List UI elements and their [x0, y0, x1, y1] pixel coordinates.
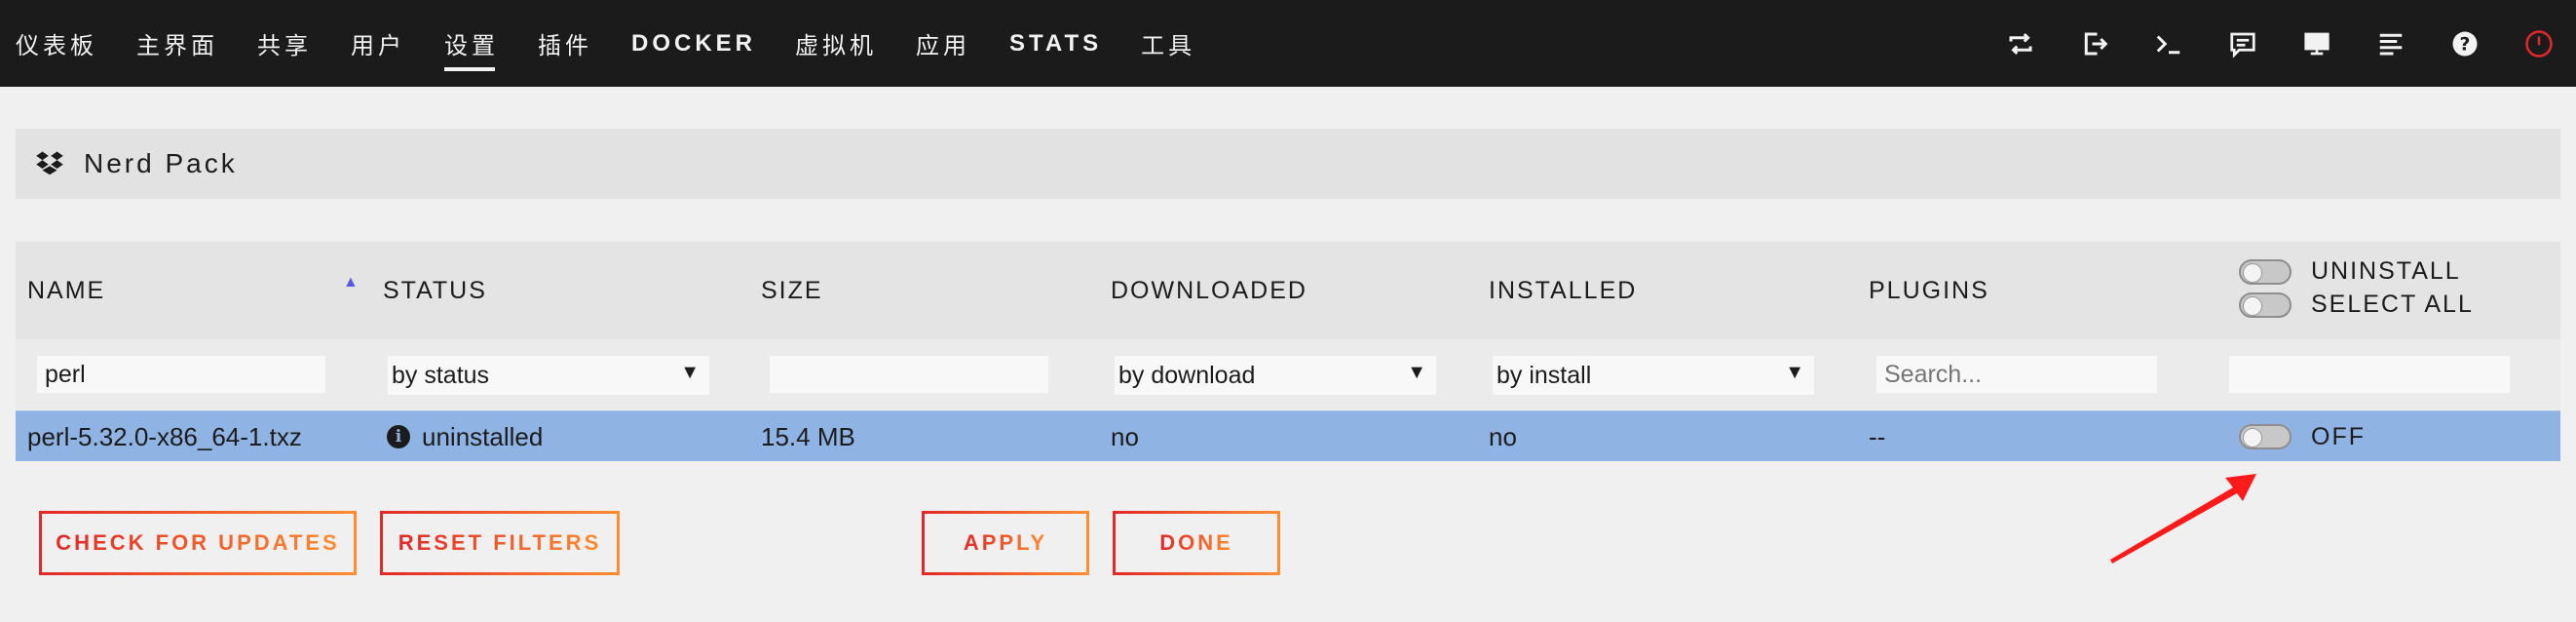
table-row[interactable]: perl-5.32.0-x86_64-1.txz i uninstalled 1… — [16, 410, 2560, 461]
install-filter-value: by install — [1496, 361, 1592, 389]
download-filter-select[interactable]: by download ▼ — [1115, 356, 1436, 395]
monitor-icon[interactable] — [2280, 0, 2354, 87]
logout-icon[interactable] — [2058, 0, 2132, 87]
package-table: NAME ▲ STATUS SIZE DOWNLOADED INSTALLED … — [16, 242, 2560, 461]
size-filter-input[interactable] — [770, 356, 1048, 393]
chevron-down-icon: ▼ — [1785, 362, 1804, 383]
chevron-down-icon: ▼ — [680, 362, 700, 383]
column-header-size[interactable]: SIZE — [761, 242, 823, 339]
power-icon[interactable] — [2502, 0, 2576, 87]
terminal-icon[interactable] — [2132, 0, 2206, 87]
uninstall-toggle-group: UNINSTALL — [2239, 257, 2461, 286]
package-install-toggle[interactable] — [2239, 424, 2292, 449]
filter-row: by status ▼ by download ▼ by install ▼ — [16, 339, 2560, 410]
nav-item-dashboard[interactable]: 仪表板 — [16, 0, 97, 87]
uninstall-label: UNINSTALL — [2311, 257, 2461, 285]
nav-icon-bar: ? — [1984, 0, 2576, 87]
select-all-toggle-group: SELECT ALL — [2239, 291, 2474, 319]
refresh-icon[interactable] — [1984, 0, 2058, 87]
status-text: uninstalled — [422, 421, 544, 451]
section-title-bar: Nerd Pack — [16, 129, 2560, 199]
select-all-toggle[interactable] — [2239, 292, 2292, 318]
nav-item-apps[interactable]: 应用 — [916, 0, 970, 87]
feedback-icon[interactable] — [2206, 0, 2280, 87]
top-navbar: 仪表板 主界面 共享 用户 设置 插件 DOCKER 虚拟机 应用 STATS … — [0, 0, 2576, 87]
package-status: i uninstalled — [387, 411, 543, 462]
package-plugins: -- — [1869, 421, 1886, 451]
help-icon[interactable]: ? — [2428, 0, 2502, 87]
package-size: 15.4 MB — [761, 421, 855, 451]
reset-filters-label: RESET FILTERS — [398, 530, 602, 555]
nav-item-settings[interactable]: 设置 — [444, 0, 499, 87]
nav-item-docker[interactable]: DOCKER — [631, 0, 756, 87]
dropbox-icon — [36, 151, 63, 175]
nav-item-shares[interactable]: 共享 — [257, 0, 312, 87]
column-header-installed[interactable]: INSTALLED — [1489, 242, 1637, 339]
chevron-down-icon: ▼ — [1407, 362, 1426, 383]
package-installed: no — [1489, 421, 1517, 451]
package-name: perl-5.32.0-x86_64-1.txz — [27, 421, 302, 451]
svg-text:?: ? — [2460, 34, 2471, 55]
sort-ascending-icon[interactable]: ▲ — [343, 274, 359, 292]
nav-item-vms[interactable]: 虚拟机 — [795, 0, 877, 87]
page-title: Nerd Pack — [84, 148, 238, 178]
nav-item-users[interactable]: 用户 — [351, 0, 405, 87]
reset-filters-button[interactable]: RESET FILTERS — [380, 511, 620, 575]
toggle-state-label: OFF — [2311, 422, 2366, 450]
install-filter-select[interactable]: by install ▼ — [1493, 356, 1814, 395]
column-header-name[interactable]: NAME — [27, 242, 105, 339]
column-header-plugins[interactable]: PLUGINS — [1869, 242, 1989, 339]
annotation-arrow-icon — [2110, 474, 2256, 564]
name-filter-input[interactable] — [37, 356, 325, 393]
main-nav: 仪表板 主界面 共享 用户 设置 插件 DOCKER 虚拟机 应用 STATS … — [0, 0, 1234, 87]
select-all-label: SELECT ALL — [2311, 291, 2474, 318]
download-filter-value: by download — [1118, 361, 1256, 389]
column-header-downloaded[interactable]: DOWNLOADED — [1111, 242, 1307, 339]
apply-button[interactable]: APPLY — [922, 511, 1089, 575]
plugins-search-input[interactable] — [1876, 356, 2157, 393]
info-icon[interactable]: i — [387, 425, 410, 448]
done-button[interactable]: DONE — [1113, 511, 1280, 575]
package-toggle-cell: OFF — [2239, 411, 2366, 462]
nav-item-plugins[interactable]: 插件 — [538, 0, 592, 87]
status-filter-value: by status — [392, 361, 490, 389]
toggle-filter-input[interactable] — [2229, 356, 2510, 393]
nav-item-main[interactable]: 主界面 — [136, 0, 218, 87]
package-downloaded: no — [1111, 421, 1139, 451]
uninstall-toggle[interactable] — [2239, 258, 2292, 285]
column-header-status[interactable]: STATUS — [383, 242, 487, 339]
apply-label: APPLY — [963, 530, 1048, 555]
table-header: NAME ▲ STATUS SIZE DOWNLOADED INSTALLED … — [16, 242, 2560, 339]
log-icon[interactable] — [2354, 0, 2428, 87]
done-label: DONE — [1159, 530, 1233, 555]
nav-item-tools[interactable]: 工具 — [1141, 0, 1195, 87]
status-filter-select[interactable]: by status ▼ — [388, 356, 709, 395]
nav-item-stats[interactable]: STATS — [1009, 0, 1102, 87]
check-for-updates-button[interactable]: CHECK FOR UPDATES — [39, 511, 357, 575]
check-for-updates-label: CHECK FOR UPDATES — [56, 530, 340, 555]
